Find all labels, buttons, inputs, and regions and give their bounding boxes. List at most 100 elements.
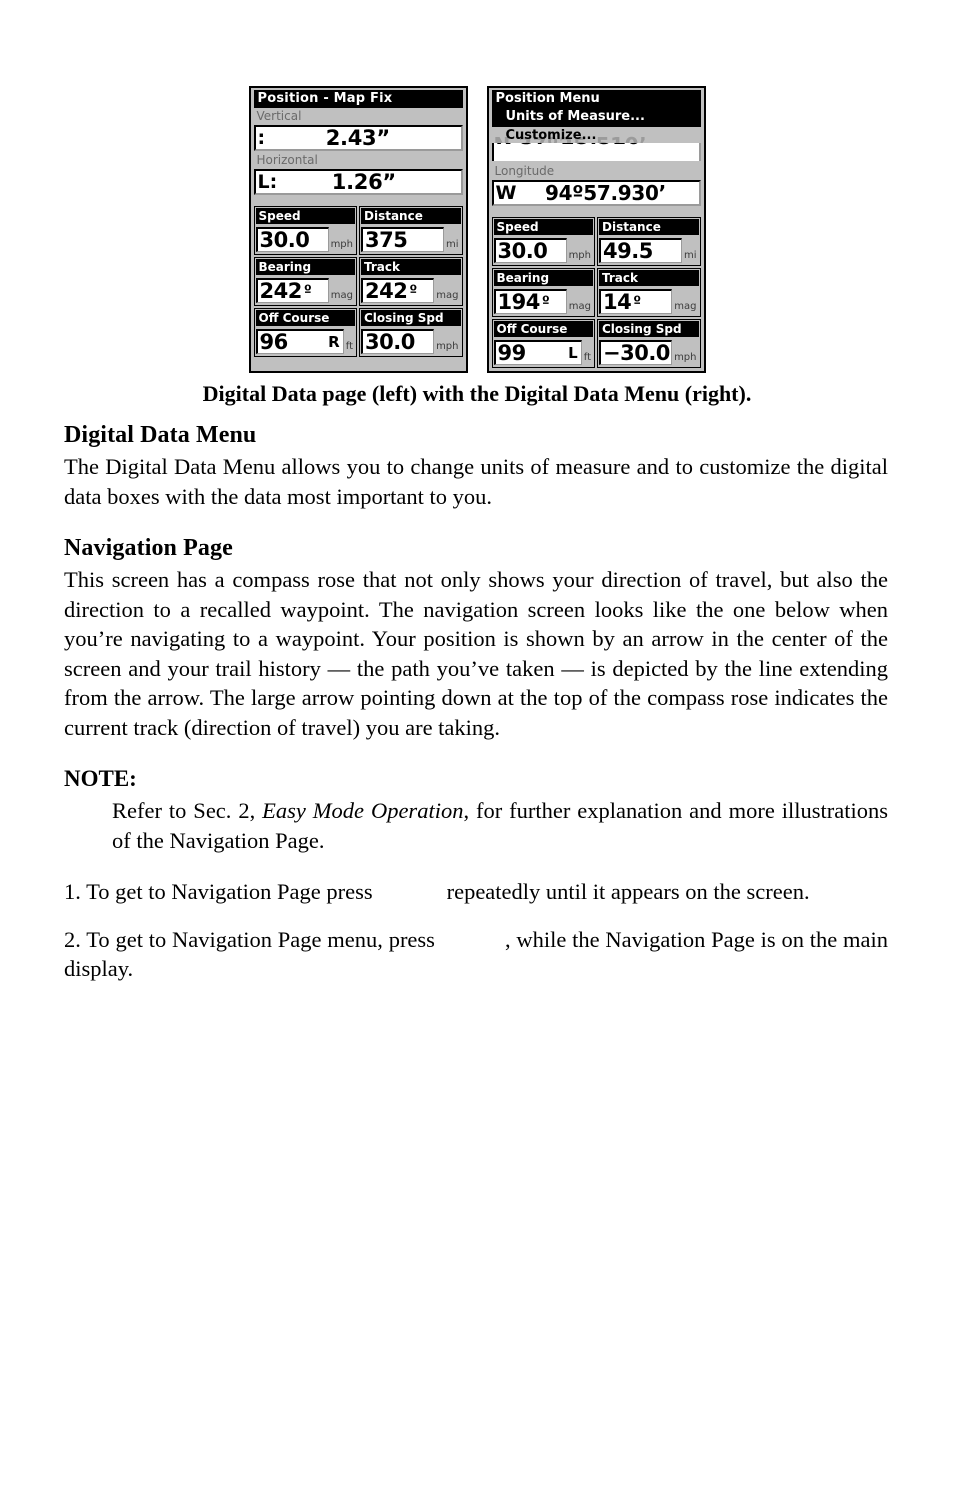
left-field1-prefix: : (257, 127, 266, 149)
databox-value-field: 242 º (361, 278, 435, 303)
note-text-before: Refer to Sec. 2, (112, 798, 263, 823)
databox-units: mag (566, 301, 593, 314)
heading-navigation-page: Navigation Page (64, 535, 233, 561)
document-body: Digital Data Menu The Digital Data Menu … (64, 420, 888, 1002)
databox-value-field: 99 L (493, 340, 582, 365)
databox-value: 30.0 (259, 228, 310, 252)
degree-icon: º (409, 283, 417, 299)
right-field2-label: Longitude (491, 163, 701, 179)
databox-bearing[interactable]: Bearing 194 º mag (491, 268, 595, 317)
position-menu-popup: Position Menu Units of Measure... Custom… (491, 90, 701, 146)
paragraph-digital-data-menu: The Digital Data Menu allows you to chan… (64, 454, 888, 509)
figure-caption: Digital Data page (left) with the Digita… (202, 381, 752, 406)
databox-bearing[interactable]: Bearing 242 º mag (253, 257, 357, 306)
databox-value-field: 14 º (599, 289, 673, 314)
databox-value: 99 (497, 341, 527, 365)
databox-value: 194 (497, 290, 541, 314)
databox-value: −30.0 (603, 341, 670, 365)
databox-value-field: 30.0 (493, 238, 567, 263)
databox-value: 30.0 (497, 239, 548, 263)
left-field2-prefix: L: (257, 171, 278, 193)
databox-value-field: 194 º (493, 289, 567, 314)
step-1-text-after: repeatedly until it appears on the scree… (446, 879, 810, 904)
databox-speed[interactable]: Speed 30.0 mph (491, 217, 595, 266)
step-2-text-before: 2. To get to Navigation Page menu, press (64, 926, 435, 952)
databox-header: Distance (361, 208, 461, 224)
left-field2-value: 1.26” (331, 170, 396, 194)
left-field2-valuebox[interactable]: L: 1.26” (253, 169, 463, 195)
databox-track[interactable]: Track 14 º mag (597, 268, 701, 317)
longitude-value: 94º57.930’ (545, 181, 666, 205)
databox-units: mph (328, 239, 355, 252)
note-text-italic: Easy Mode Operation (262, 798, 464, 823)
databox-header: Closing Spd (361, 310, 461, 326)
left-databox-grid: Speed 30.0 mph Distance 375 mi Bearing 2… (253, 206, 463, 357)
databox-value-field: 49.5 (599, 238, 682, 263)
databox-units: ft (343, 341, 355, 354)
databox-value-field: 375 (361, 227, 444, 252)
left-field1-value: 2.43” (325, 126, 390, 150)
menu-item-units-of-measure[interactable]: Units of Measure... (491, 108, 701, 127)
databox-closing-spd[interactable]: Closing Spd −30.0 mph (597, 319, 701, 368)
databox-value-field: 30.0 (255, 227, 329, 252)
databox-header: Track (361, 259, 461, 275)
menu-item-customize[interactable]: Customize... (492, 127, 701, 146)
databox-units: ft (581, 352, 593, 365)
left-screen-title: Position - Map Fix (253, 90, 463, 108)
databox-value-field: 30.0 (361, 329, 435, 354)
databox-units: mag (434, 290, 461, 303)
left-field1-valuebox[interactable]: : 2.43” (253, 125, 463, 151)
note-paragraph: Refer to Sec. 2, Easy Mode Operation, fo… (64, 796, 888, 855)
databox-units: mag (328, 290, 355, 303)
step-1-text-before: 1. To get to Navigation Page press (64, 879, 373, 904)
left-field1-label: Vertical (253, 108, 463, 124)
databox-value: 242 (259, 279, 303, 303)
degree-icon: º (633, 294, 641, 310)
figure-gps-screens: Position - Map Fix Vertical : 2.43” Hori… (0, 86, 954, 373)
databox-header: Speed (255, 208, 355, 224)
right-longitude-valuebox[interactable]: W 94º57.930’ (491, 180, 701, 206)
left-field2-label: Horizontal (253, 152, 463, 168)
databox-speed[interactable]: Speed 30.0 mph (253, 206, 357, 255)
databox-units: mph (434, 341, 461, 354)
databox-value-field: −30.0 (599, 340, 673, 365)
databox-units: mph (566, 250, 593, 263)
databox-value: 242 (365, 279, 408, 303)
databox-header: Closing Spd (599, 321, 699, 337)
databox-header: Bearing (255, 259, 355, 275)
databox-header: Distance (599, 219, 699, 235)
databox-side-indicator: R (328, 333, 340, 351)
note-label: NOTE: (64, 766, 137, 791)
databox-distance[interactable]: Distance 375 mi (359, 206, 463, 255)
databox-value: 49.5 (603, 239, 653, 263)
databox-header: Track (599, 270, 699, 286)
databox-closing-spd[interactable]: Closing Spd 30.0 mph (359, 308, 463, 357)
databox-header: Speed (493, 219, 593, 235)
databox-header: Off Course (255, 310, 355, 326)
left-screen-divider (253, 196, 463, 203)
databox-distance[interactable]: Distance 49.5 mi (597, 217, 701, 266)
databox-header: Off Course (493, 321, 593, 337)
databox-units: mi (443, 239, 461, 252)
databox-value-field: 96 R (255, 329, 344, 354)
databox-units: mi (681, 250, 699, 263)
degree-icon: º (303, 283, 312, 299)
databox-value: 96 (259, 330, 289, 354)
databox-value: 30.0 (365, 330, 415, 354)
databox-off-course[interactable]: Off Course 96 R ft (253, 308, 357, 357)
gps-screen-digital-data-menu: N 37º25.510’ N 37º25.510’ Position Menu … (486, 86, 706, 373)
databox-track[interactable]: Track 242 º mag (359, 257, 463, 306)
databox-units: mag (672, 301, 699, 314)
paragraph-navigation-page: This screen has a compass rose that not … (64, 567, 888, 740)
databox-value: 14 (603, 290, 632, 314)
databox-header: Bearing (493, 270, 593, 286)
databox-units: mph (672, 352, 699, 365)
degree-icon: º (541, 294, 550, 310)
position-menu-title: Position Menu (491, 90, 701, 108)
document-page: Position - Map Fix Vertical : 2.43” Hori… (0, 0, 954, 1487)
databox-value-field: 242 º (255, 278, 329, 303)
step-2: 2. To get to Navigation Page menu, press… (64, 925, 888, 984)
databox-off-course[interactable]: Off Course 99 L ft (491, 319, 595, 368)
right-screen-divider (491, 207, 701, 214)
heading-digital-data-menu: Digital Data Menu (64, 422, 257, 448)
